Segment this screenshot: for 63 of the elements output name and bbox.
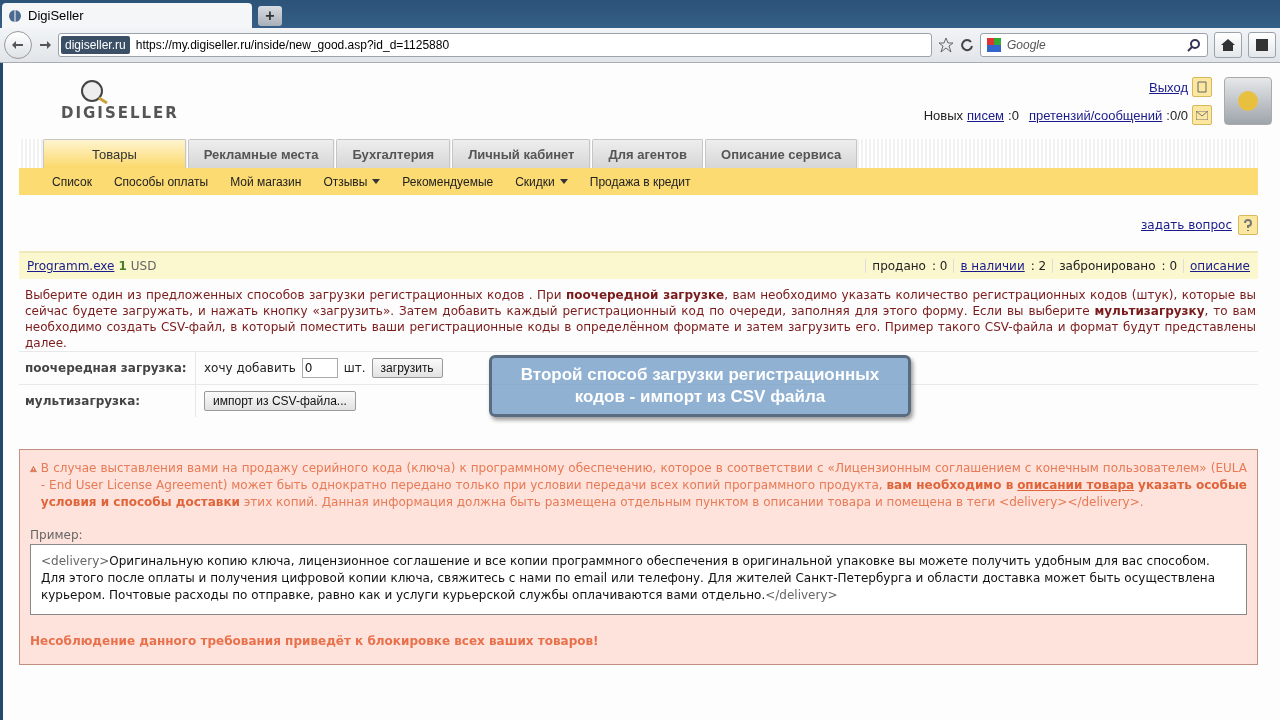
warning-footer: Несоблюдение данного требования приведёт к блокировке всех ваших товаров! [30, 633, 1247, 650]
home-icon [1221, 39, 1235, 51]
search-icon[interactable] [1187, 38, 1201, 52]
import-csv-button[interactable]: импорт из CSV-файла... [204, 391, 356, 411]
search-field[interactable]: Google [980, 33, 1208, 57]
browser-tab[interactable]: DigiSeller [2, 3, 252, 28]
help-icon[interactable] [1238, 215, 1258, 235]
search-engine-icon [987, 38, 1001, 52]
claims-count: :0/0 [1166, 107, 1188, 123]
stat-link[interactable]: в наличии [960, 259, 1025, 273]
price: 1 [118, 259, 127, 273]
magnifier-icon [81, 80, 109, 104]
dropdown-caret-icon [559, 179, 568, 184]
upload-button[interactable]: загрузить [371, 358, 443, 378]
stat-value: : 0 [1161, 259, 1178, 273]
count-input[interactable]: 0 [301, 358, 338, 378]
dropdown-caret-icon [372, 179, 381, 184]
submenu-item[interactable]: Продажа в кредит [578, 174, 702, 189]
submenu-item[interactable]: Рекомендуемые [391, 174, 505, 189]
add-label: хочу добавить [204, 361, 296, 375]
row-label: поочередная загрузка: [19, 352, 196, 384]
callout-tooltip: Второй способ загрузки регистрационных кодов - импорт из CSV файла [489, 355, 911, 417]
new-tab-button[interactable]: + [258, 6, 282, 26]
warning-text: В случае выставления вами на продажу серийного кода (ключа) к программному обеспечению, которое в соответствии с «Лицензионным соглашением с конечным пользователем» (EULA - End User License Agreement) может быть однократно передано только при условии передачи всех копий программного продукта, вам необходимо в описании товара указать особые условия и способы доставки этих копий. Данная информация должна быть размещена отдельным пунктом в описании товара и помещена в теги <delivery></delivery>. [40, 460, 1247, 511]
example-text: <delivery>Оригинальную копию ключа, лицензионное соглашение и все копии программного обеспечения в оригинальной упаковке вы можете получить удобным для вас способом. Для этого после оплаты и получения цифровой копии ключа, свяжитесь с нами по email или телефону. Для жителей Санкт-Петербурга и области доставка может быть осуществлена курьером. Почтовые расходы по отправке, равно как и услуги курьерской службы оплачиваются вами отдельно.</delivery> [30, 544, 1247, 615]
nav-tab[interactable]: Бухгалтерия [336, 139, 451, 168]
url-text: https://my.digiseller.ru/inside/new_good.asp?id_d=1125880 [135, 38, 450, 52]
stat-label: забронировано [1059, 259, 1156, 273]
globe-icon [8, 8, 22, 23]
unit-label: шт. [343, 361, 366, 375]
reload-icon[interactable] [960, 38, 974, 52]
submenu-item[interactable]: Способы оплаты [102, 174, 220, 189]
forward-icon[interactable] [38, 38, 52, 52]
nav-tab[interactable]: Личный кабинет [452, 139, 591, 168]
logo[interactable]: DIGISELLER [61, 80, 179, 122]
nav-tab[interactable]: Описание сервиса [705, 139, 858, 168]
logout-link[interactable]: Выход [1149, 79, 1188, 95]
nav-tab[interactable]: Для агентов [592, 139, 704, 168]
nav-tab[interactable]: Товары [43, 139, 186, 168]
claims-link[interactable]: претензий/сообщений [1028, 107, 1163, 123]
home-button[interactable] [1214, 32, 1242, 58]
product-link[interactable]: Programm.exe [27, 259, 115, 273]
stat-link[interactable]: описание [1190, 259, 1250, 273]
submenu-item[interactable]: Отзывы [312, 174, 392, 189]
submenu-item[interactable]: Мой магазин [219, 174, 313, 189]
ask-question-link[interactable]: задать вопрос [1140, 218, 1232, 232]
new-label: Новых [923, 107, 964, 123]
example-label: Пример: [30, 527, 84, 544]
stat-value: : 0 [931, 259, 948, 273]
star-icon[interactable] [938, 37, 954, 53]
stat-label: продано [872, 259, 926, 273]
currency: USD [130, 259, 157, 273]
intro-text: Выберите один из предложенных способов загрузки регистрационных кодов . При поочередной загрузке, вам необходимо указать количество регистрационных кодов (штук), которые вы сейчас будете загружать, и нажать кнопку «загрузить». Затем добавить каждый регистрационный код по очереди, заполняя для этого форму. Если вы выберите мультизагрузку, то вам необходимо создать CSV-файл, в который поместить ваши регистрационные коды в определённом формате и затем загрузить его. Пример такого CSV-файла и формат будут представлены далее. [25, 287, 1256, 351]
row-label: мультизагрузка: [19, 385, 196, 417]
submenu-item[interactable]: Скидки [504, 174, 579, 189]
nav-tab[interactable]: Рекламные места [187, 139, 335, 168]
letters-count: :0 [1008, 107, 1019, 123]
stat-value: : 2 [1030, 259, 1047, 273]
letters-link[interactable]: писем [967, 107, 1005, 123]
bookmarks-button[interactable] [1248, 32, 1276, 58]
submenu-item[interactable]: Список [41, 174, 103, 189]
address-bar[interactable]: digiseller.ru https://my.digiseller.ru/inside/new_good.asp?id_d=1125880 [58, 33, 932, 57]
site-identity[interactable]: digiseller.ru [61, 36, 130, 54]
